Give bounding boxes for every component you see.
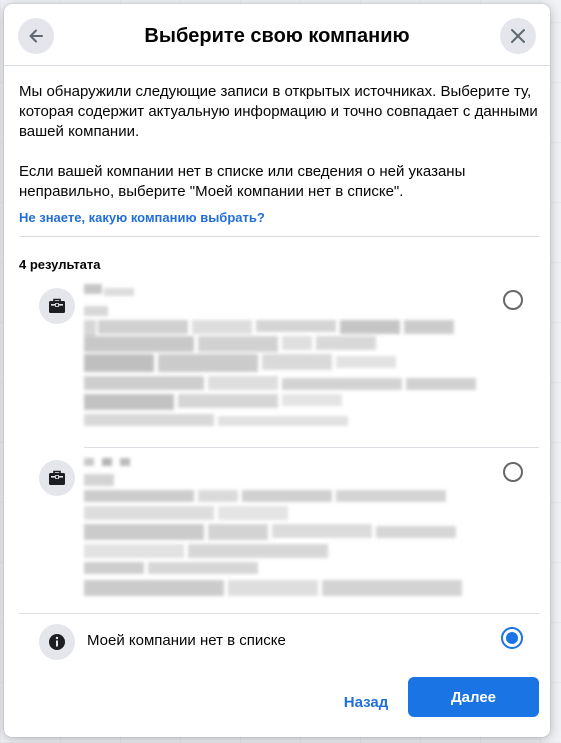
company-not-listed-label: Моей компании нет в списке xyxy=(87,632,286,649)
next-button[interactable]: Далее xyxy=(408,677,539,717)
arrow-left-icon xyxy=(29,29,43,43)
result-item[interactable] xyxy=(19,448,539,610)
help-link[interactable]: Не знаете, какую компанию выбрать? xyxy=(19,210,265,226)
dialog-title: Выберите свою компанию xyxy=(144,25,410,47)
redacted-company-details xyxy=(84,284,476,426)
redacted-company-details xyxy=(84,458,462,596)
company-not-listed-radio[interactable] xyxy=(501,627,523,649)
dialog-header: Выберите свою компанию xyxy=(4,4,550,66)
result-radio[interactable] xyxy=(503,290,523,310)
company-not-listed-option[interactable]: Моей компании нет в списке xyxy=(19,613,539,663)
briefcase-icon xyxy=(49,298,65,313)
result-icon-container xyxy=(39,288,75,324)
radio-selected-dot xyxy=(506,632,518,644)
close-icon xyxy=(511,29,525,43)
info-icon-container xyxy=(39,624,75,660)
close-button[interactable] xyxy=(500,18,536,54)
result-icon-container xyxy=(39,460,75,496)
results-list[interactable] xyxy=(19,276,539,610)
results-count: 4 результата xyxy=(19,257,101,272)
intro-paragraph-2: Если вашей компании нет в списке или све… xyxy=(19,163,466,200)
select-company-dialog: Выберите свою компанию Мы обнаружили сле… xyxy=(4,4,550,737)
intro-paragraph-1: Мы обнаружили следующие записи в открыты… xyxy=(19,83,538,140)
briefcase-icon xyxy=(49,470,65,485)
divider xyxy=(19,236,539,237)
back-button[interactable]: Назад xyxy=(326,682,406,722)
intro-text: Мы обнаружили следующие записи в открыты… xyxy=(19,82,539,228)
result-item[interactable] xyxy=(19,276,539,448)
info-icon xyxy=(49,634,65,650)
result-radio[interactable] xyxy=(503,462,523,482)
back-arrow-button[interactable] xyxy=(18,18,54,54)
